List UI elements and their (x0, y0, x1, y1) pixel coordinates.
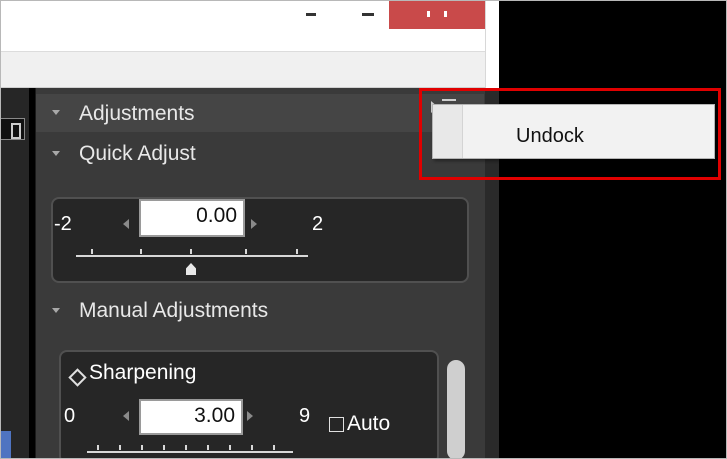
quick-adjust-box (51, 197, 469, 283)
slider-tick (273, 445, 275, 450)
slider-tick (163, 445, 165, 450)
sharpening-label: Sharpening (89, 361, 197, 384)
sharpening-max-label: 9 (299, 405, 311, 427)
window-right-edge (485, 1, 499, 91)
slider-tick (251, 445, 253, 450)
auto-checkbox[interactable] (329, 417, 344, 432)
selection-indicator (1, 431, 11, 458)
slider-tick (140, 249, 142, 254)
screenshot-frame: Adjustments Quick Adjust -2 0.00 2 Manua… (0, 0, 727, 459)
quick-adjust-slider-track[interactable] (76, 255, 308, 257)
maximize-button[interactable] (352, 1, 388, 29)
minimize-button[interactable] (294, 1, 330, 29)
slider-tick (91, 249, 93, 254)
slider-tick (207, 445, 209, 450)
sharpening-decrement-icon[interactable] (123, 411, 129, 421)
quick-adjust-min-label: -2 (54, 213, 72, 235)
quick-adjust-collapse-icon[interactable] (52, 151, 60, 156)
panel-scrollbar[interactable] (447, 360, 465, 458)
quick-adjust-increment-icon[interactable] (251, 219, 257, 229)
slider-tick (229, 445, 231, 450)
sharpening-slider-track[interactable] (87, 451, 293, 453)
sharpening-increment-icon[interactable] (247, 411, 253, 421)
left-panel-strip (1, 88, 29, 458)
quick-adjust-title: Quick Adjust (79, 142, 196, 165)
slider-tick (296, 249, 298, 254)
slider-tick (185, 445, 187, 450)
highlight-box (419, 88, 721, 180)
adjustments-title: Adjustments (79, 102, 195, 125)
slider-tick (245, 249, 247, 254)
sharpening-value-input[interactable]: 3.00 (139, 399, 243, 435)
sharpening-min-label: 0 (64, 405, 76, 427)
manual-adjustments-collapse-icon[interactable] (52, 308, 60, 313)
quick-adjust-decrement-icon[interactable] (123, 219, 129, 229)
slider-tick (97, 445, 99, 450)
close-button[interactable] (389, 1, 485, 29)
quick-adjust-value-input[interactable]: 0.00 (139, 199, 245, 237)
slider-tick (141, 445, 143, 450)
manual-adjustments-title: Manual Adjustments (79, 299, 269, 322)
quick-adjust-max-label: 2 (312, 213, 324, 235)
collapse-triangle-icon[interactable] (52, 110, 60, 115)
auto-label: Auto (347, 412, 391, 435)
toolbar-strip (1, 51, 499, 88)
dark-background-area (499, 1, 726, 458)
title-bar (1, 1, 499, 51)
slider-tick (119, 445, 121, 450)
slider-tick (190, 249, 192, 254)
panel-toggle-icon[interactable] (1, 118, 25, 140)
